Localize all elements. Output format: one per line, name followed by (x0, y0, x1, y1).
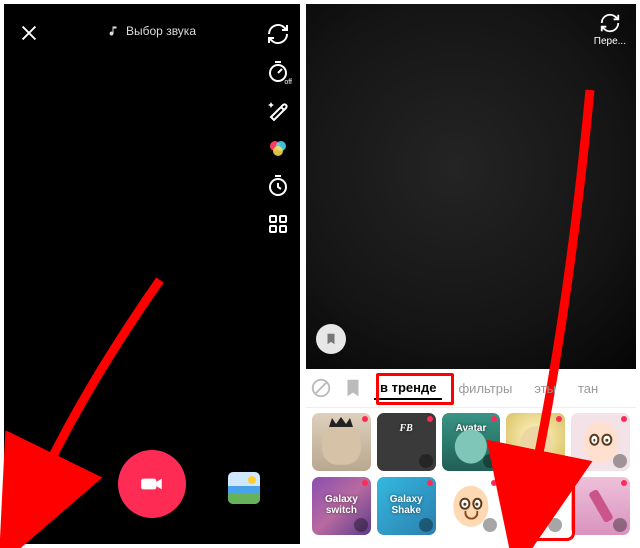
effect-lipstick[interactable] (571, 477, 630, 535)
more-icon[interactable] (266, 212, 290, 236)
beauty-icon[interactable] (266, 98, 290, 122)
bookmark-icon (324, 332, 338, 346)
sound-picker[interactable]: Выбор звука (108, 14, 196, 48)
flip-camera-button-right[interactable]: Пере... (594, 12, 626, 47)
effect-galaxy-shake[interactable]: Galaxy Shake (377, 477, 436, 535)
effect-avatar[interactable]: Avatar (442, 413, 501, 471)
effect-fb[interactable]: FB (377, 413, 436, 471)
record-button[interactable] (118, 450, 186, 518)
effect-devil-face[interactable] (506, 477, 565, 535)
tab-trending[interactable]: в тренде (374, 377, 442, 400)
flip-camera-button[interactable] (266, 22, 290, 46)
sound-picker-label: Выбор звука (126, 24, 196, 38)
timer-icon[interactable] (266, 174, 290, 198)
filters-icon[interactable] (266, 136, 290, 160)
effect-ghost[interactable] (571, 413, 630, 471)
gallery-button[interactable] (228, 472, 260, 504)
effect-face[interactable] (442, 477, 501, 535)
video-camera-icon (139, 471, 165, 497)
tab-none[interactable] (310, 377, 332, 399)
trident-icon (529, 515, 543, 533)
tab-tan-partial[interactable]: тан (572, 378, 604, 399)
tab-filters[interactable]: фильтры (452, 378, 518, 399)
close-button[interactable] (18, 22, 40, 44)
effect-crown[interactable] (312, 413, 371, 471)
tab-effects-partial[interactable]: эты (528, 378, 562, 399)
effect-galaxy-switch[interactable]: Galaxy switch (312, 477, 371, 535)
music-note-icon (108, 25, 120, 37)
effects-panel: в тренде фильтры эты тан FB Avatar (306, 369, 636, 544)
effects-grid: FB Avatar (312, 413, 630, 538)
flip-label: Пере... (594, 36, 626, 47)
tab-favorites[interactable] (342, 377, 364, 399)
flip-icon (599, 12, 621, 34)
effect-glow[interactable] (506, 413, 565, 471)
bookmark-current-effect[interactable] (316, 324, 346, 354)
speed-icon[interactable]: off (266, 60, 290, 84)
effects-button[interactable] (18, 470, 58, 510)
effects-face-icon (24, 476, 52, 504)
